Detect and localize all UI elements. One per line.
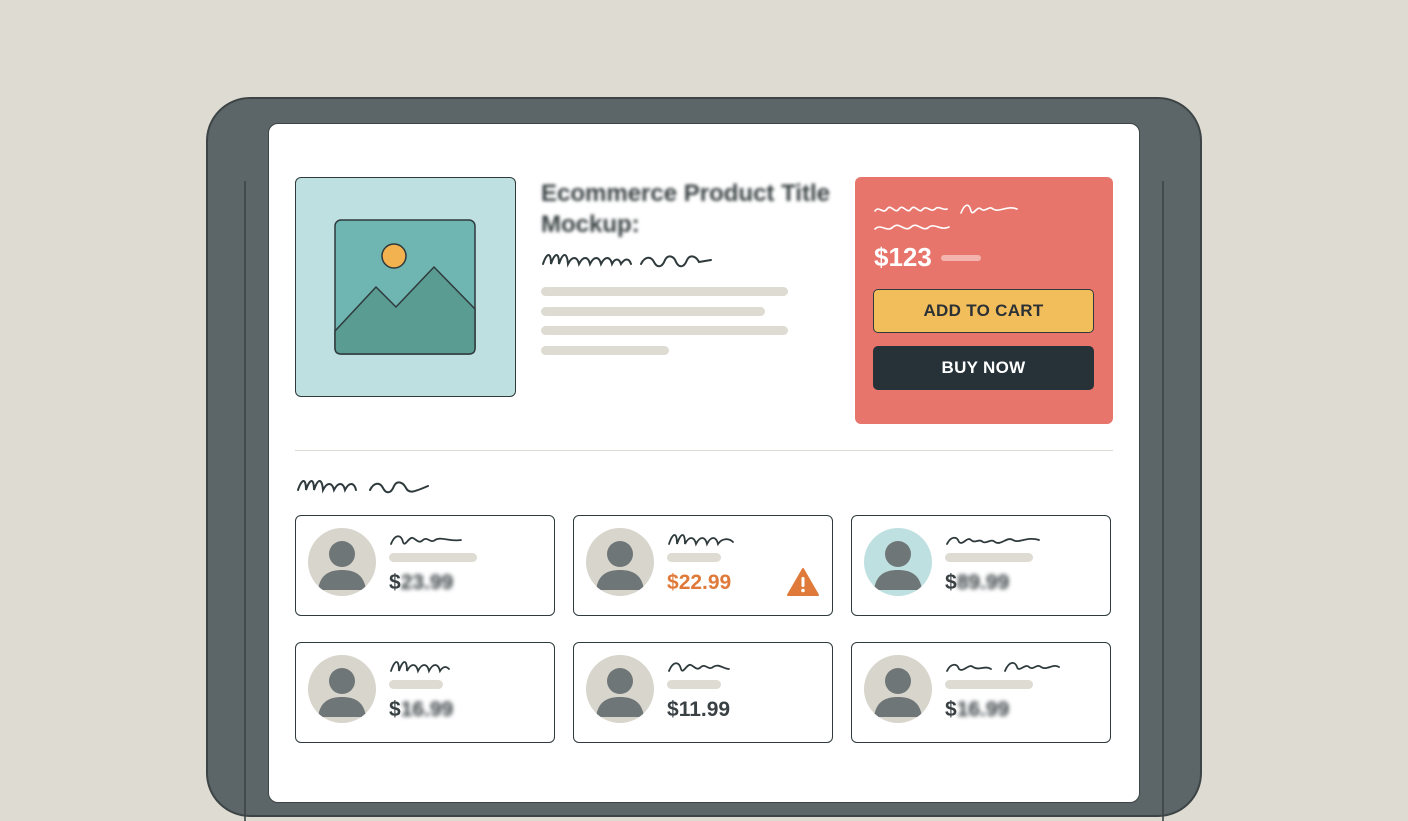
price-currency: $ bbox=[667, 571, 679, 594]
product-name-scribble bbox=[390, 661, 450, 674]
description-line bbox=[541, 287, 788, 296]
avatar bbox=[308, 528, 376, 596]
price-amount: 16.99 bbox=[956, 698, 1010, 721]
avatar bbox=[864, 655, 932, 723]
user-silhouette-icon bbox=[596, 541, 644, 590]
add-to-cart-button[interactable]: ADD TO CART bbox=[873, 289, 1094, 333]
description-line bbox=[541, 307, 765, 316]
subtitle-scribble bbox=[542, 254, 712, 268]
product-card[interactable]: $89.99 bbox=[851, 515, 1111, 616]
product-price: $11.99 bbox=[667, 698, 730, 722]
panel-scribble bbox=[874, 204, 1018, 230]
user-silhouette-icon bbox=[874, 668, 922, 717]
price-currency: $ bbox=[945, 698, 957, 721]
user-silhouette-icon bbox=[596, 668, 644, 717]
product-price: $16.99 bbox=[389, 698, 453, 722]
product-card[interactable]: $11.99 bbox=[573, 642, 833, 743]
related-section-heading-scribble bbox=[297, 480, 429, 494]
product-meta-bar bbox=[389, 680, 443, 689]
price-currency: $ bbox=[389, 571, 401, 594]
product-title: Ecommerce Product Title Mockup: bbox=[541, 180, 830, 238]
avatar bbox=[864, 528, 932, 596]
purchase-panel: $123 ADD TO CART BUY NOW bbox=[855, 177, 1113, 424]
product-price: $123 bbox=[874, 242, 932, 272]
description-line bbox=[541, 346, 669, 355]
price-currency: $ bbox=[389, 698, 401, 721]
section-divider bbox=[295, 450, 1113, 451]
product-price: $16.99 bbox=[945, 698, 1009, 722]
price-amount: 23.99 bbox=[400, 571, 454, 594]
product-price: $22.99 bbox=[667, 571, 731, 595]
price-strike-dash bbox=[941, 255, 981, 261]
product-name-scribble bbox=[668, 534, 734, 547]
price-amount: 11.99 bbox=[678, 698, 731, 721]
product-name-scribble bbox=[668, 662, 730, 672]
price-currency: $ bbox=[945, 571, 957, 594]
product-meta-bar bbox=[945, 680, 1033, 689]
product-card[interactable]: $16.99 bbox=[295, 642, 555, 743]
user-silhouette-icon bbox=[318, 541, 366, 590]
product-name-scribble bbox=[390, 535, 462, 545]
product-meta-bar bbox=[389, 553, 477, 562]
user-silhouette-icon bbox=[318, 668, 366, 717]
product-name-scribble bbox=[946, 662, 1060, 672]
product-meta-bar bbox=[667, 680, 721, 689]
product-price: $23.99 bbox=[389, 571, 453, 595]
user-silhouette-icon bbox=[874, 541, 922, 590]
product-name-scribble bbox=[946, 536, 1040, 545]
avatar bbox=[308, 655, 376, 723]
product-meta-bar bbox=[945, 553, 1033, 562]
product-card[interactable]: $23.99 bbox=[295, 515, 555, 616]
buy-now-button[interactable]: BUY NOW bbox=[873, 346, 1094, 390]
price-amount: 89.99 bbox=[956, 571, 1010, 594]
price-amount: 16.99 bbox=[400, 698, 454, 721]
avatar bbox=[586, 528, 654, 596]
price-currency: $ bbox=[667, 698, 679, 721]
product-card[interactable]: $22.99 bbox=[573, 515, 833, 616]
image-placeholder-icon bbox=[334, 219, 476, 355]
frame-rail-left bbox=[244, 181, 246, 821]
frame-rail-right bbox=[1162, 181, 1164, 821]
product-meta-bar bbox=[667, 553, 721, 562]
avatar bbox=[586, 655, 654, 723]
product-price: $89.99 bbox=[945, 571, 1009, 595]
product-card[interactable]: $16.99 bbox=[851, 642, 1111, 743]
product-image[interactable] bbox=[295, 177, 516, 397]
description-line bbox=[541, 326, 788, 335]
price-amount: 22.99 bbox=[678, 571, 732, 594]
warning-triangle-icon bbox=[787, 568, 819, 596]
